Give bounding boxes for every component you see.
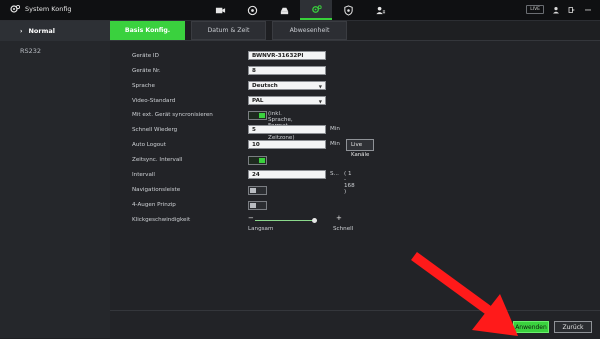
toggle-knob <box>259 112 265 118</box>
ext-sync-label: Mit ext. Gerät syncronisieren <box>132 112 213 118</box>
interval-unit: S... <box>330 171 339 177</box>
time-sync-toggle[interactable] <box>248 155 267 165</box>
auto-logout-unit: Min <box>330 141 340 147</box>
chevron-down-icon: ▼ <box>318 84 322 89</box>
interval-field[interactable]: 24 <box>248 170 326 179</box>
top-bar: System Konfig LIVE <box>0 0 600 21</box>
sidebar-item-label: RS232 <box>20 47 42 55</box>
network-icon <box>247 5 257 15</box>
chevron-right-icon: › <box>20 27 23 35</box>
four-eyes-toggle[interactable] <box>248 200 267 210</box>
video-standard-label: Video-Standard <box>132 98 176 104</box>
sidebar-item-normal[interactable]: › Normal <box>0 21 110 41</box>
settings-panel: Geräte ID BWNVR-31632PI Geräte Nr. 8 Spr… <box>110 40 600 311</box>
tab-basis-konfig[interactable]: Basis Konfig. <box>110 21 185 40</box>
nav-bar-toggle[interactable] <box>248 185 267 195</box>
slow-label: Langsam <box>248 226 274 232</box>
language-label: Sprache <box>132 83 155 89</box>
camera-nav-button[interactable] <box>204 0 236 20</box>
auto-logout-label: Auto Logout <box>132 142 166 148</box>
logout-icon[interactable] <box>568 6 576 14</box>
ext-sync-toggle[interactable] <box>248 110 267 120</box>
top-right-controls: LIVE <box>526 5 592 14</box>
language-value: Deutsch <box>252 83 278 89</box>
network-nav-button[interactable] <box>236 0 268 20</box>
user-icon[interactable] <box>552 6 560 14</box>
tab-datum-zeit[interactable]: Datum & Zeit <box>191 21 266 40</box>
interval-range: ( 1 - 168 ) <box>344 171 355 195</box>
device-id-field[interactable]: BWNVR-31632PI <box>248 51 326 60</box>
four-eyes-label: 4-Augen Prinzip <box>132 202 176 208</box>
minus-icon[interactable]: − <box>248 214 254 222</box>
quick-replay-label: Schnell Wiederg <box>132 127 178 133</box>
storage-nav-button[interactable] <box>268 0 300 20</box>
device-no-field[interactable]: 8 <box>248 66 326 75</box>
video-standard-value: PAL <box>252 98 264 104</box>
chevron-down-icon: ▼ <box>318 99 322 104</box>
sidebar: › Normal RS232 <box>0 21 111 338</box>
tab-abwesenheit[interactable]: Abwesenheit <box>272 21 347 40</box>
storage-icon <box>280 7 288 14</box>
quick-replay-unit: Min <box>330 126 340 132</box>
tab-bar: Basis Konfig. Datum & Zeit Abwesenheit <box>110 21 353 40</box>
live-channels-button[interactable]: Live Kanäle <box>346 139 375 158</box>
toggle-knob <box>250 202 256 208</box>
interval-label: Intervall <box>132 172 155 178</box>
video-standard-select[interactable]: PAL ▼ <box>248 96 326 105</box>
app-title-text: System Konfig <box>25 5 72 13</box>
main-nav <box>204 0 396 20</box>
account-icon <box>375 6 385 14</box>
slider-thumb[interactable] <box>312 218 317 223</box>
back-button[interactable]: Zurück <box>554 321 592 333</box>
language-select[interactable]: Deutsch ▼ <box>248 81 326 90</box>
apply-button[interactable]: Anwenden <box>513 321 549 333</box>
fast-label: Schnell <box>333 226 354 232</box>
nav-bar-label: Navigationsleiste <box>132 187 181 193</box>
click-speed-slider[interactable]: − + <box>248 214 342 225</box>
toggle-knob <box>250 187 256 193</box>
slider-track <box>255 220 317 221</box>
security-icon <box>343 4 353 16</box>
plus-icon[interactable]: + <box>336 214 342 222</box>
app-title: System Konfig <box>10 4 72 14</box>
system-config-nav-button[interactable] <box>300 0 332 20</box>
security-nav-button[interactable] <box>332 0 364 20</box>
account-nav-button[interactable] <box>364 0 396 20</box>
time-sync-label: Zeitsync. Intervall <box>132 157 183 163</box>
system-config-icon <box>311 4 322 13</box>
camera-icon <box>215 7 225 13</box>
device-no-label: Geräte Nr. <box>132 68 161 74</box>
footer-bar: Anwenden Zurück <box>110 310 600 339</box>
main-content: Basis Konfig. Datum & Zeit Abwesenheit G… <box>110 21 600 339</box>
device-id-label: Geräte ID <box>132 53 159 59</box>
gear-icon <box>10 4 20 13</box>
quick-replay-field[interactable]: 5 <box>248 125 326 134</box>
more-icon[interactable] <box>584 6 592 14</box>
click-speed-label: Klickgeschwindigkeit <box>132 217 191 223</box>
toggle-knob <box>259 157 265 163</box>
sidebar-item-label: Normal <box>28 27 55 35</box>
live-button[interactable]: LIVE <box>526 5 544 14</box>
auto-logout-field[interactable]: 10 <box>248 140 326 149</box>
sidebar-item-rs232[interactable]: RS232 <box>0 41 110 61</box>
